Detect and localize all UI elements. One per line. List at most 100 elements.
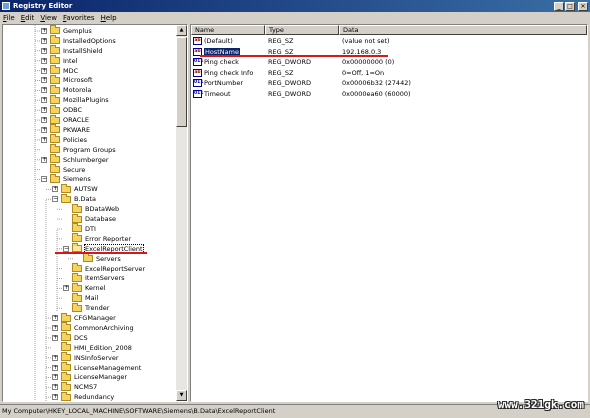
menu-bar: File Edit View Favorites Help: [0, 12, 590, 23]
scroll-down-button[interactable]: ▼: [176, 390, 187, 401]
value-row[interactable]: ab (Default) REG_SZ (value not set): [191, 36, 587, 46]
expand-icon[interactable]: +: [41, 136, 47, 143]
folder-icon: [50, 35, 60, 45]
expand-icon[interactable]: +: [41, 27, 47, 34]
value-row[interactable]: 011 Timeout REG_DWORD 0x0000ea60 (60000): [191, 89, 587, 99]
collapse-icon[interactable]: −: [63, 245, 69, 252]
expand-icon[interactable]: +: [52, 324, 58, 331]
tree-item-label: Redundancy: [74, 393, 115, 401]
tree-item-label: Secure: [63, 165, 86, 174]
binary-value-icon: 011: [193, 79, 204, 87]
expand-icon[interactable]: +: [41, 107, 47, 114]
registry-editor-icon: [2, 2, 10, 10]
value-row[interactable]: ab Ping check Info REG_SZ 0=Off, 1=On: [191, 68, 587, 78]
close-button[interactable]: ✕: [578, 1, 588, 11]
tree-item[interactable]: + Motorola: [41, 84, 91, 95]
tree-vertical-scrollbar[interactable]: ▲ ▼: [176, 25, 187, 401]
folder-icon: [50, 84, 60, 94]
tree-item[interactable]: + ODBC: [41, 104, 82, 115]
menu-label-rest: iew: [44, 13, 57, 22]
tree-item[interactable]: + AUTSW: [52, 183, 98, 194]
expand-icon[interactable]: +: [52, 394, 58, 401]
tree-item[interactable]: Servers: [74, 253, 121, 264]
folder-icon: [50, 65, 60, 75]
tree-item[interactable]: DTI: [63, 223, 96, 234]
tree-item[interactable]: + ORACLE: [41, 114, 89, 125]
menu-help[interactable]: Help: [98, 14, 120, 22]
menu-favorites[interactable]: Favorites: [60, 14, 98, 22]
binary-value-icon: 011: [193, 58, 204, 66]
expand-icon[interactable]: +: [41, 117, 47, 124]
expand-icon[interactable]: +: [41, 97, 47, 104]
expand-icon[interactable]: +: [41, 87, 47, 94]
value-row[interactable]: 011 Ping check REG_DWORD 0x00000000 (0): [191, 57, 587, 67]
column-header-type[interactable]: Type: [265, 25, 339, 35]
tree-item[interactable]: Database: [63, 213, 117, 224]
tree-item-label: Policies: [63, 135, 88, 144]
folder-icon: [50, 134, 60, 144]
scroll-thumb[interactable]: [176, 37, 187, 127]
tree-item[interactable]: + PKWARE: [41, 124, 90, 135]
folder-icon: [72, 282, 82, 292]
expand-icon[interactable]: +: [41, 156, 47, 163]
key-tree[interactable]: + Gemplus + InstalledOptions + InstallShield +…: [3, 25, 177, 401]
value-type: REG_DWORD: [268, 79, 311, 87]
tree-item[interactable]: + Gemplus: [41, 25, 92, 36]
maximize-button[interactable]: □: [565, 1, 575, 11]
folder-icon: [50, 154, 60, 164]
tree-item-label: ExcelReportServer: [85, 264, 146, 273]
expand-icon[interactable]: +: [52, 354, 58, 361]
values-list-panel: Name Type Data ab (Default) REG_SZ (value n…: [190, 24, 588, 402]
expand-icon[interactable]: +: [52, 315, 58, 322]
folder-icon: [50, 164, 60, 174]
menu-edit[interactable]: Edit: [18, 14, 38, 22]
tree-item-label: Gemplus: [63, 26, 92, 35]
column-header-name[interactable]: Name: [191, 25, 265, 35]
value-name-cell: ab Ping check Info: [191, 68, 265, 77]
tree-item[interactable]: + DCS: [52, 332, 88, 343]
folder-icon: [61, 332, 71, 342]
tree-item[interactable]: + NCMS7: [52, 381, 97, 392]
expand-icon[interactable]: +: [52, 374, 58, 381]
tree-item[interactable]: Trender: [63, 302, 110, 313]
tree-item[interactable]: Mail: [63, 292, 98, 303]
menu-view[interactable]: View: [37, 14, 60, 22]
tree-item-label: Intel: [63, 56, 78, 65]
expand-icon[interactable]: +: [41, 47, 47, 54]
expand-icon[interactable]: +: [52, 384, 58, 391]
expand-icon[interactable]: +: [41, 57, 47, 64]
tree-item[interactable]: + Intel: [41, 55, 78, 66]
tree-item[interactable]: + MDC: [41, 65, 78, 76]
tree-item-label: Database: [85, 215, 117, 224]
tree-item[interactable]: Secure: [41, 164, 86, 175]
column-header-data[interactable]: Data: [339, 25, 587, 35]
window-title: Registry Editor: [13, 2, 73, 10]
tree-item[interactable]: + Microsoft: [41, 74, 93, 86]
tree-item-label: HMI_Edition_2008: [74, 343, 132, 352]
value-row[interactable]: 011 PortNumber REG_DWORD 0x00006b32 (27442): [191, 78, 587, 88]
folder-icon: [50, 144, 60, 154]
menu-label-rest: avorites: [66, 13, 95, 22]
expand-icon[interactable]: +: [41, 77, 47, 84]
expand-icon[interactable]: +: [41, 37, 47, 44]
tree-item-label: InstallShield: [63, 46, 103, 55]
menu-file[interactable]: File: [0, 14, 18, 22]
collapse-icon[interactable]: −: [52, 196, 58, 203]
tree-item-label: Trender: [85, 304, 110, 313]
scroll-up-button[interactable]: ▲: [176, 25, 187, 36]
tree-item[interactable]: + Policies: [41, 134, 88, 145]
expand-icon[interactable]: +: [41, 67, 47, 74]
expand-icon[interactable]: +: [63, 285, 69, 292]
tree-item-label: B.Data: [74, 195, 97, 204]
tree-item[interactable]: + Kernel: [63, 282, 105, 293]
expand-icon[interactable]: +: [52, 364, 58, 371]
expand-icon[interactable]: +: [52, 186, 58, 193]
minimize-button[interactable]: _: [554, 1, 564, 11]
folder-icon: [50, 74, 60, 84]
value-data: (value not set): [342, 37, 390, 45]
expand-icon[interactable]: +: [52, 334, 58, 341]
collapse-icon[interactable]: −: [41, 176, 47, 183]
tree-item[interactable]: + Redundancy: [52, 391, 115, 401]
expand-icon[interactable]: +: [41, 126, 47, 133]
folder-icon: [61, 362, 71, 372]
